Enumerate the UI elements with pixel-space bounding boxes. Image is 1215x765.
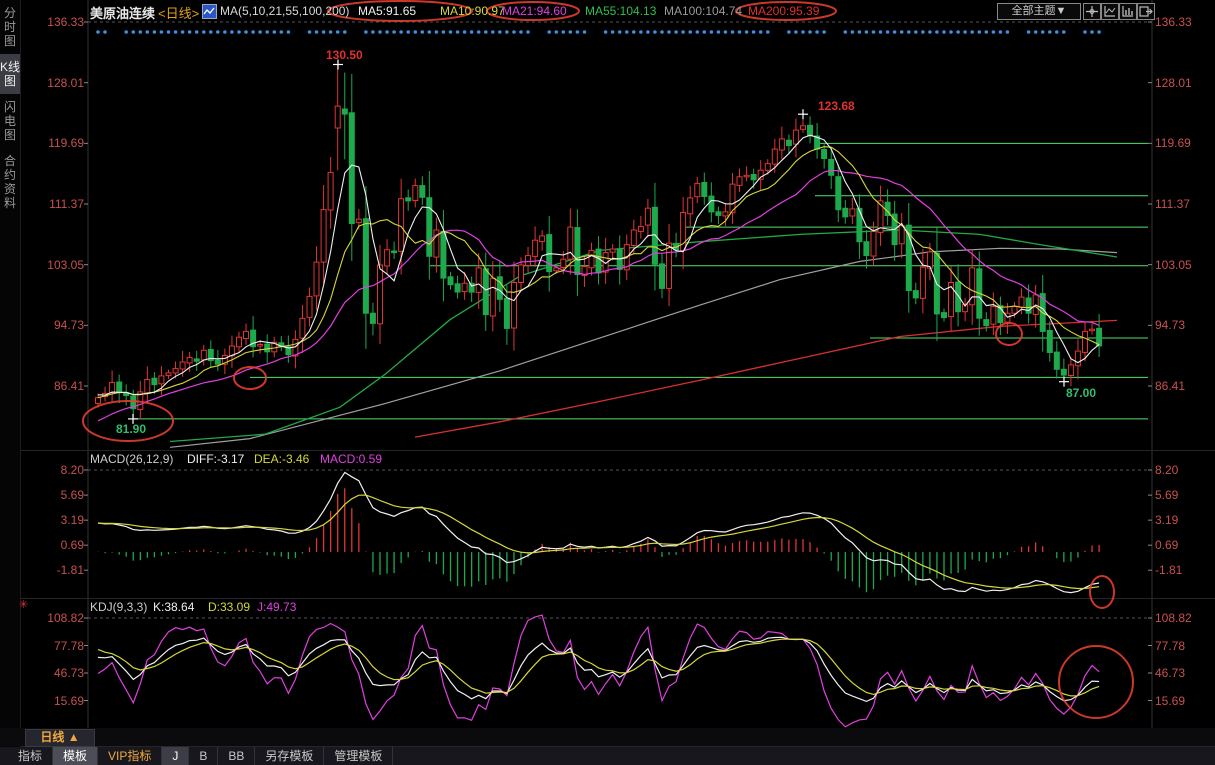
macd-axis-label: -1.81: [22, 563, 84, 577]
toolbar-button-B[interactable]: B: [189, 747, 218, 765]
main-axis-label-right: 86.41: [1155, 379, 1185, 393]
kdj-axis-label-right: 108.82: [1155, 611, 1192, 625]
sidebar: 分时图K线图闪电图合约资料: [0, 0, 21, 765]
app: 分时图K线图闪电图合约资料 美原油连续 <日线> MA(5,10,21,55,1…: [0, 0, 1215, 765]
main-axis-label: 119.69: [22, 136, 84, 150]
pane-export-icon[interactable]: [1137, 3, 1155, 20]
period-tag[interactable]: <日线>: [158, 3, 199, 22]
kdj-axis-label: 108.82: [22, 611, 84, 625]
k-value: K:38.64: [153, 600, 194, 614]
macd-axis-label-right: 3.19: [1155, 513, 1178, 527]
symbol-title: 美原油连续: [90, 3, 155, 22]
sidebar-item-合约资料[interactable]: 合约资料: [0, 148, 20, 216]
main-axis-label: 128.01: [22, 76, 84, 90]
main-axis-label: 111.37: [22, 197, 84, 211]
toolbar-button-VIP指标[interactable]: VIP指标: [98, 747, 162, 765]
j-value: J:49.73: [257, 600, 296, 614]
macd-axis-label: 8.20: [22, 463, 84, 477]
main-axis-label-right: 103.05: [1155, 258, 1192, 272]
d-value: D:33.09: [208, 600, 250, 614]
kdj-axis-label: 15.69: [22, 694, 84, 708]
macd-axis-label-right: 8.20: [1155, 463, 1178, 477]
bottom-toolbar: 指标模板VIP指标JBBB另存模板管理模板: [0, 747, 1215, 765]
macd-axis-label: 0.69: [22, 538, 84, 552]
pane-layout-icon[interactable]: [1101, 3, 1119, 20]
sidebar-item-闪电图[interactable]: 闪电图: [0, 94, 20, 148]
ma21-value: MA21:94.60: [502, 4, 567, 18]
toolbar-button-BB[interactable]: BB: [218, 747, 255, 765]
kdj-label: KDJ(9,3,3): [90, 600, 147, 614]
kdj-axis-label: 46.73: [22, 666, 84, 680]
kdj-axis-label-right: 46.73: [1155, 666, 1185, 680]
chart-canvas[interactable]: [0, 0, 1215, 765]
dea-value: DEA:-3.46: [254, 452, 309, 466]
macd-axis-label-right: 0.69: [1155, 538, 1178, 552]
macd-axis-label-right: 5.69: [1155, 488, 1178, 502]
macd-label: MACD(26,12,9): [90, 452, 173, 466]
xaxis-row: 日线 ▲: [0, 728, 1215, 746]
kdj-axis-label-right: 15.69: [1155, 694, 1185, 708]
macd-axis-label: 5.69: [22, 488, 84, 502]
main-axis-label-right: 136.33: [1155, 15, 1192, 29]
main-axis-label-right: 111.37: [1155, 197, 1190, 211]
kdj-axis-label: 77.78: [22, 639, 84, 653]
sidebar-item-K线图[interactable]: K线图: [0, 54, 20, 94]
macd-value: MACD:0.59: [320, 452, 382, 466]
ma100-value: MA100:104.74: [664, 4, 742, 18]
toolbar-button-J[interactable]: J: [162, 747, 189, 765]
price-annotation-130.50: 130.50: [326, 48, 363, 62]
kdj-axis-label-right: 77.78: [1155, 639, 1185, 653]
ma5-value: MA5:91.65: [358, 4, 416, 18]
main-axis-label: 94.73: [22, 318, 84, 332]
price-annotation-123.68: 123.68: [818, 99, 855, 113]
main-axis-label-right: 94.73: [1155, 318, 1185, 332]
macd-axis-label: 3.19: [22, 513, 84, 527]
toolbar-button-模板[interactable]: 模板: [53, 747, 98, 765]
period-selector[interactable]: 日线 ▲: [25, 729, 95, 747]
chart-icon: [202, 4, 217, 19]
toolbar-button-管理模板[interactable]: 管理模板: [324, 747, 393, 765]
main-axis-label: 103.05: [22, 258, 84, 272]
ma-group-label: MA(5,10,21,55,100,200): [220, 4, 349, 18]
indicator-sun-icon[interactable]: ✳: [19, 598, 28, 611]
main-axis-label: 86.41: [22, 379, 84, 393]
macd-axis-label-right: -1.81: [1155, 563, 1182, 577]
diff-value: DIFF:-3.17: [187, 452, 244, 466]
sidebar-item-分时图[interactable]: 分时图: [0, 0, 20, 54]
main-axis-label: 136.33: [22, 15, 84, 29]
main-axis-label-right: 128.01: [1155, 76, 1192, 90]
price-annotation-81.90: 81.90: [116, 422, 146, 436]
price-annotation-87.00: 87.00: [1066, 386, 1096, 400]
ma55-value: MA55:104.13: [585, 4, 656, 18]
main-axis-label-right: 119.69: [1155, 136, 1191, 150]
pane-chart-icon[interactable]: [1119, 3, 1137, 20]
ma10-value: MA10:90.97: [440, 4, 505, 18]
crosshair-icon[interactable]: [1083, 3, 1101, 20]
toolbar-button-指标[interactable]: 指标: [8, 747, 53, 765]
toolbar-button-另存模板[interactable]: 另存模板: [255, 747, 324, 765]
theme-select-button[interactable]: 全部主题▼: [997, 3, 1081, 20]
ma200-value: MA200:95.39: [748, 4, 819, 18]
